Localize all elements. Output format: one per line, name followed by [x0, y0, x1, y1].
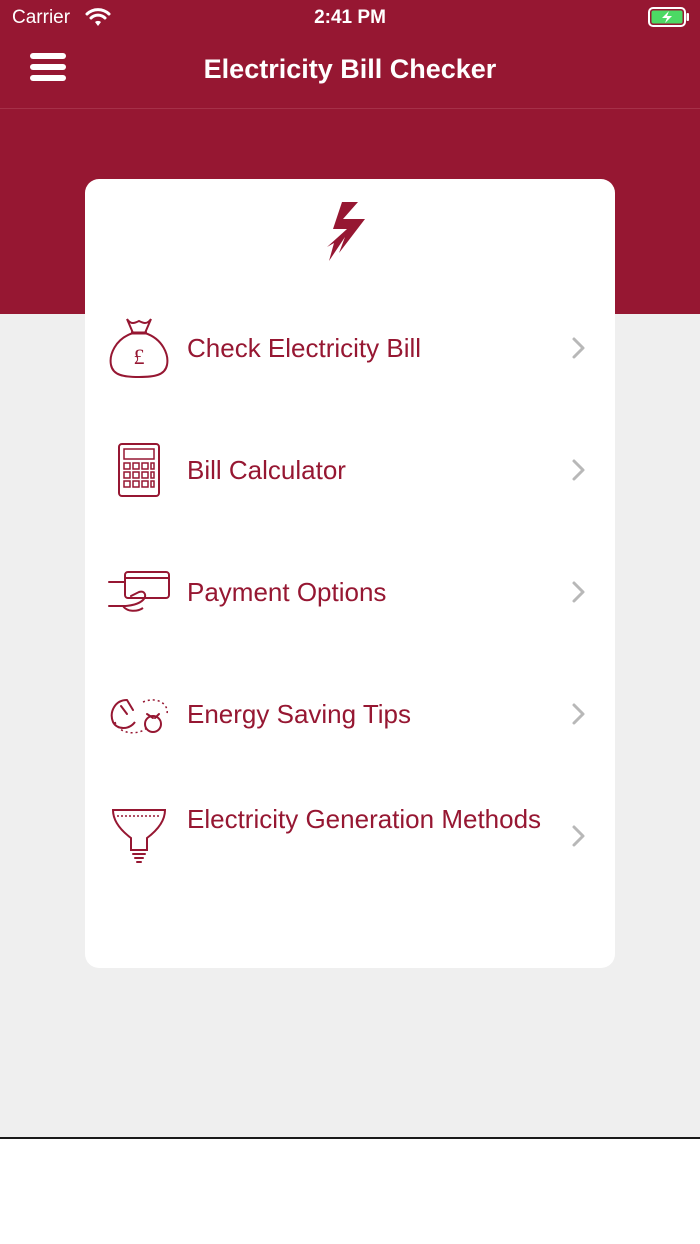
bottom-bar — [0, 1139, 700, 1244]
menu-item-label: Energy Saving Tips — [187, 699, 412, 729]
chevron-right-icon — [572, 459, 585, 481]
money-bag-icon: £ — [109, 318, 169, 379]
navigation-bar: Electricity Bill Checker — [0, 36, 700, 108]
menu-item-generation-methods[interactable]: Electricity Generation Methods — [85, 776, 615, 896]
status-bar: Carrier 2:41 PM — [0, 0, 700, 36]
plug-icon — [110, 699, 168, 734]
menu-item-bill-calculator[interactable]: Bill Calculator — [85, 410, 615, 530]
menu-item-label: Check Electricity Bill — [187, 333, 422, 363]
menu-item-label: Bill Calculator — [187, 455, 346, 485]
menu-item-label: Payment Options — [187, 577, 387, 607]
menu-item-payment-options[interactable]: Payment Options — [85, 532, 615, 652]
svg-text:£: £ — [134, 344, 145, 369]
status-time: 2:41 PM — [314, 7, 386, 28]
lightning-bolt-icon — [327, 202, 365, 261]
nav-divider — [0, 108, 700, 109]
calculator-icon — [118, 443, 160, 497]
menu-item-check-bill[interactable]: £ Check Electricity Bill — [85, 288, 615, 408]
menu-card: £ Check Electricity Bill Bill Calculator — [85, 179, 615, 968]
menu-item-energy-saving-tips[interactable]: Energy Saving Tips — [85, 654, 615, 774]
battery-icon — [648, 7, 689, 27]
card-payment-icon — [108, 571, 170, 612]
page-title: Electricity Bill Checker — [203, 54, 497, 84]
chevron-right-icon — [572, 337, 585, 359]
chevron-right-icon — [572, 703, 585, 725]
menu-item-label: Electricity Generation Methods — [187, 804, 542, 834]
chevron-right-icon — [572, 825, 585, 847]
bulb-icon — [111, 809, 167, 863]
chevron-right-icon — [572, 581, 585, 603]
